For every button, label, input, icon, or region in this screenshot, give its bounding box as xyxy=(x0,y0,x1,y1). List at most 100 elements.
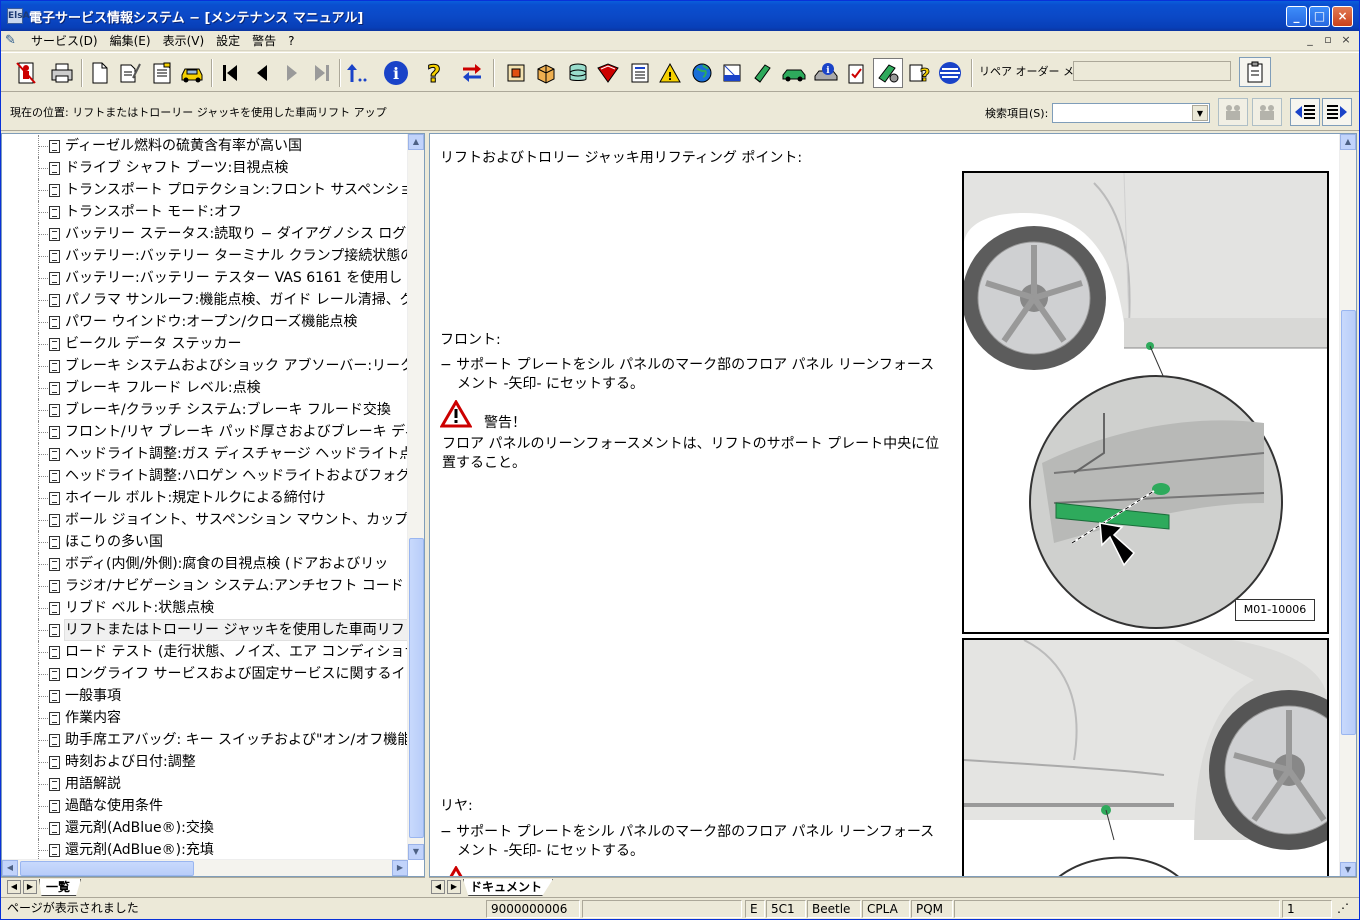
green-book-icon[interactable] xyxy=(747,58,777,88)
tree-hscroll-thumb[interactable] xyxy=(20,861,194,876)
tab-prev-icon[interactable]: ◀ xyxy=(7,880,21,894)
doc-tab-next-icon[interactable]: ▶ xyxy=(447,880,461,894)
scroll-left-icon[interactable]: ◀ xyxy=(2,860,18,876)
scroll-right-icon[interactable]: ▶ xyxy=(392,860,408,876)
car-green-icon[interactable] xyxy=(779,58,809,88)
search-back-icon[interactable] xyxy=(1218,98,1248,126)
doc-scroll-up-icon[interactable]: ▲ xyxy=(1340,134,1356,150)
tab-next-icon[interactable]: ▶ xyxy=(23,880,37,894)
memo-clipboard-icon[interactable] xyxy=(1239,57,1271,87)
tree-vertical-scrollbar[interactable]: ▲ ▼ xyxy=(407,134,424,860)
expand-pane-icon[interactable] xyxy=(1322,98,1352,126)
menu-help[interactable]: ? xyxy=(282,32,300,50)
tab-list[interactable]: 一覧 xyxy=(39,879,82,896)
first-page-icon[interactable] xyxy=(215,58,245,88)
database-icon[interactable] xyxy=(563,58,593,88)
doc-tab-prev-icon[interactable]: ◀ xyxy=(431,880,445,894)
search-forward-icon[interactable] xyxy=(1252,98,1282,126)
menu-settings[interactable]: 設定 xyxy=(210,32,246,50)
tree-item[interactable]: リブド ベルト:状態点検 xyxy=(2,597,408,619)
mdi-close-button[interactable]: × xyxy=(1339,33,1353,47)
scroll-up-icon[interactable]: ▲ xyxy=(408,134,424,150)
package-icon[interactable] xyxy=(531,58,561,88)
document-scroll-thumb[interactable] xyxy=(1341,310,1356,735)
tree-item[interactable]: ブレーキ/クラッチ システム:ブレーキ フルード交換 xyxy=(2,399,408,421)
tree-horizontal-scrollbar[interactable]: ◀ ▶ xyxy=(2,859,408,876)
tree-scroll-thumb[interactable] xyxy=(409,538,424,838)
vehicle-icon[interactable] xyxy=(177,58,207,88)
tree-item[interactable]: バッテリー:バッテリー テスター VAS 6161 を使用し xyxy=(2,267,408,289)
mdi-minimize-button[interactable]: _ xyxy=(1303,33,1317,47)
table-list-icon[interactable] xyxy=(625,58,655,88)
tree-item[interactable]: ブレーキ システムおよびショック アブソーバー:リークおよ xyxy=(2,355,408,377)
tree-item[interactable]: ヘッドライト調整:ガス ディスチャージ ヘッドライト点検 xyxy=(2,443,408,465)
title-bar[interactable]: ElsA 電子サービス情報システム − [メンテナンス マニュアル] _ □ × xyxy=(1,1,1359,31)
tree-item[interactable]: 作業内容 xyxy=(2,707,408,729)
tree-item[interactable]: バッテリー:バッテリー ターミナル クランプ接続状態の点 xyxy=(2,245,408,267)
maximize-button[interactable]: □ xyxy=(1309,6,1330,27)
tree-item[interactable]: ビークル データ ステッカー xyxy=(2,333,408,355)
menu-view[interactable]: 表示(V) xyxy=(157,32,211,50)
close-button[interactable]: × xyxy=(1332,6,1353,27)
globe-icon[interactable] xyxy=(687,58,717,88)
checklist-icon[interactable] xyxy=(841,58,871,88)
next-page-icon[interactable] xyxy=(277,58,307,88)
menu-lines-icon[interactable] xyxy=(935,58,965,88)
mdi-restore-button[interactable]: ▫ xyxy=(1321,33,1335,47)
tree-item[interactable]: トランスポート プロテクション:フロント サスペンション ス xyxy=(2,179,408,201)
warning-triangle-icon[interactable]: ! xyxy=(655,58,685,88)
last-page-icon[interactable] xyxy=(307,58,337,88)
tree-item[interactable]: 助手席エアバッグ: キー スイッチおよび"オン/オフ機能 xyxy=(2,729,408,751)
previous-page-icon[interactable] xyxy=(247,58,277,88)
tree-item[interactable]: ラジオ/ナビゲーション システム:アンチセフト コード PII xyxy=(2,575,408,597)
document-list-icon[interactable] xyxy=(147,58,177,88)
tab-document[interactable]: ドキュメント xyxy=(463,879,554,896)
tree-item[interactable]: トランスポート モード:オフ xyxy=(2,201,408,223)
tree-item[interactable]: ロード テスト (走行状態、ノイズ、エア コンディショナー xyxy=(2,641,408,663)
tree-item[interactable]: ボディ(内側/外側):腐食の目視点検 (ドアおよびリッ xyxy=(2,553,408,575)
minimize-button[interactable]: _ xyxy=(1286,6,1307,27)
manual-book-icon[interactable] xyxy=(593,58,623,88)
edit-document-icon[interactable] xyxy=(115,58,145,88)
tree-item[interactable]: 一般事項 xyxy=(2,685,408,707)
tree-item[interactable]: 還元剤(AdBlue®):充填 xyxy=(2,839,408,860)
tree-item[interactable]: フロント/リヤ ブレーキ パッド厚さおよびブレーキ ディス xyxy=(2,421,408,443)
tree-item[interactable]: バッテリー ステータス:読取り − ダイアグノシス ログの: xyxy=(2,223,408,245)
tree-item[interactable]: ブレーキ フルード レベル:点検 xyxy=(2,377,408,399)
doc-scroll-down-icon[interactable]: ▼ xyxy=(1340,862,1356,876)
info-icon[interactable]: i xyxy=(381,58,411,88)
document-tree[interactable]: ディーゼル燃料の硫黄含有率が高い国 ドライブ シャフト ブーツ:目視点検 トランスポ… xyxy=(2,134,408,860)
tree-item[interactable]: 過酷な使用条件 xyxy=(2,795,408,817)
vehicle-info-icon[interactable]: i xyxy=(811,58,841,88)
tree-item[interactable]: ドライブ シャフト ブーツ:目視点検 xyxy=(2,157,408,179)
tree-item[interactable]: 還元剤(AdBlue®):交換 xyxy=(2,817,408,839)
tree-item[interactable]: ボール ジョイント、サスペンション マウント、カップリング xyxy=(2,509,408,531)
exit-person-icon[interactable] xyxy=(11,58,41,88)
menu-edit[interactable]: 編集(E) xyxy=(104,32,157,50)
menu-warning[interactable]: 警告 xyxy=(246,32,282,50)
help-question-icon[interactable]: ? xyxy=(419,58,449,88)
diagram-icon[interactable] xyxy=(717,58,747,88)
tree-item[interactable]: ディーゼル燃料の硫黄含有率が高い国 xyxy=(2,135,408,157)
new-document-icon[interactable] xyxy=(85,58,115,88)
tree-item[interactable]: ロングライフ サービスおよび固定サービスに関するインフ xyxy=(2,663,408,685)
scroll-down-icon[interactable]: ▼ xyxy=(408,844,424,860)
tree-item[interactable]: ヘッドライト調整:ハロゲン ヘッドライトおよびフォグ ライ xyxy=(2,465,408,487)
menu-service[interactable]: サービス(D) xyxy=(25,32,104,50)
tree-item[interactable]: リフトまたはトローリー ジャッキを使用した車両リフト ア xyxy=(2,619,408,641)
tree-item[interactable]: パノラマ サンルーフ:機能点検、ガイド レール清掃、グ xyxy=(2,289,408,311)
maintenance-manual-icon[interactable] xyxy=(873,58,903,88)
tree-item[interactable]: 用語解説 xyxy=(2,773,408,795)
print-icon[interactable] xyxy=(47,58,77,88)
collapse-pane-icon[interactable] xyxy=(1290,98,1320,126)
up-level-icon[interactable] xyxy=(343,58,373,88)
tree-item[interactable]: パワー ウインドウ:オープン/クローズ機能点検 xyxy=(2,311,408,333)
tree-item[interactable]: ほこりの多い国 xyxy=(2,531,408,553)
repair-order-memo-field[interactable] xyxy=(1073,61,1231,81)
tree-item[interactable]: 時刻および日付:調整 xyxy=(2,751,408,773)
chevron-down-icon[interactable]: ▼ xyxy=(1192,105,1208,121)
resize-grip-icon[interactable]: ⋰ xyxy=(1333,900,1357,918)
component-icon[interactable] xyxy=(501,58,531,88)
document-help-icon[interactable]: ? xyxy=(905,58,935,88)
document-vertical-scrollbar[interactable]: ▲ ▼ xyxy=(1339,134,1356,876)
